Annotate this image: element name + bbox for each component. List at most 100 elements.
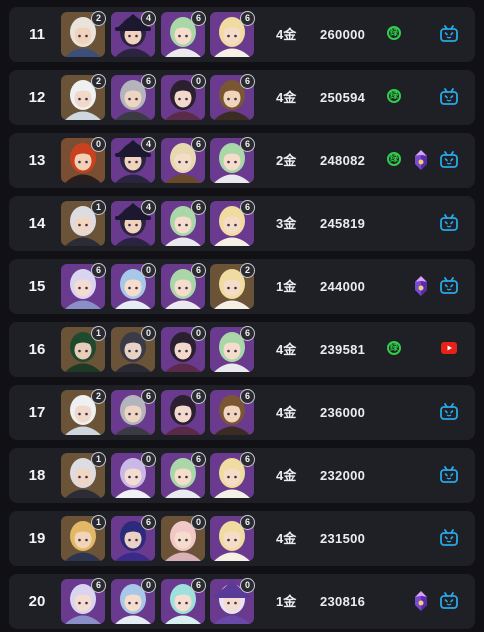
constellation-badge: 6 xyxy=(191,578,206,593)
character-portrait[interactable]: 0 xyxy=(111,326,156,372)
character-portrait[interactable]: 6 xyxy=(210,326,255,372)
character-portrait[interactable]: 4 xyxy=(111,137,156,183)
bilibili-icon[interactable] xyxy=(440,151,458,168)
character-portrait[interactable]: 6 xyxy=(210,515,255,561)
gold-unit: 金 xyxy=(283,531,297,546)
character-portrait[interactable]: 2 xyxy=(210,263,255,309)
character-portrait[interactable]: 6 xyxy=(161,137,206,183)
gold-unit: 金 xyxy=(283,405,297,420)
constellation-badge: 6 xyxy=(141,389,156,404)
character-portrait[interactable]: 6 xyxy=(111,515,156,561)
bilibili-icon[interactable] xyxy=(440,214,458,231)
gold-count: 1金 xyxy=(276,259,296,314)
bilibili-icon[interactable] xyxy=(440,466,458,483)
rank-number: 17 xyxy=(28,404,46,421)
character-portrait[interactable]: 6 xyxy=(61,263,106,309)
constellation-badge: 1 xyxy=(91,200,106,215)
character-portrait[interactable]: 6 xyxy=(210,11,255,57)
gold-unit: 金 xyxy=(283,342,297,357)
table-row[interactable]: 14 1 4 6 6 3金 245819 xyxy=(9,196,475,251)
bilibili-icon[interactable] xyxy=(440,25,458,42)
constellation-badge: 6 xyxy=(240,515,255,530)
green-tag-icon: 绿 xyxy=(387,152,401,166)
character-portrait[interactable]: 6 xyxy=(210,200,255,246)
constellation-badge: 0 xyxy=(141,578,156,593)
character-portrait[interactable]: 6 xyxy=(161,578,206,624)
character-portrait[interactable]: 2 xyxy=(61,389,106,435)
bilibili-icon[interactable] xyxy=(440,403,458,420)
table-row[interactable]: 11 2 4 6 6 4金 260000 绿 xyxy=(9,7,475,62)
youtube-icon[interactable] xyxy=(441,342,457,354)
character-portrait[interactable]: 4 xyxy=(111,200,156,246)
gem-icon xyxy=(415,591,427,611)
character-portrait[interactable]: 2 xyxy=(61,74,106,120)
character-portrait[interactable]: 6 xyxy=(161,11,206,57)
constellation-badge: 6 xyxy=(240,326,255,341)
constellation-badge: 6 xyxy=(191,389,206,404)
table-row[interactable]: 13 0 4 6 6 2金 248082 绿 xyxy=(9,133,475,188)
constellation-badge: 6 xyxy=(240,11,255,26)
character-portrait[interactable]: 6 xyxy=(161,263,206,309)
character-portrait[interactable]: 0 xyxy=(161,74,206,120)
character-portrait[interactable]: 6 xyxy=(210,74,255,120)
constellation-badge: 6 xyxy=(240,452,255,467)
rank-number: 18 xyxy=(28,467,46,484)
character-portrait[interactable]: 6 xyxy=(161,200,206,246)
character-portrait[interactable]: 6 xyxy=(210,137,255,183)
gold-unit: 金 xyxy=(283,279,297,294)
table-row[interactable]: 19 1 6 0 6 4金 231500 xyxy=(9,511,475,566)
table-row[interactable]: 16 1 0 0 6 4金 239581 绿 xyxy=(9,322,475,377)
character-portrait[interactable]: 1 xyxy=(61,452,106,498)
leaderboard: 11 2 4 6 6 4金 260000 绿 12 2 6 0 6 4金 250… xyxy=(0,0,484,632)
character-portrait[interactable]: 6 xyxy=(210,452,255,498)
character-portrait[interactable]: 6 xyxy=(61,578,106,624)
character-portrait[interactable]: 0 xyxy=(111,263,156,309)
character-portrait[interactable]: 1 xyxy=(61,200,106,246)
gold-unit: 金 xyxy=(283,216,297,231)
table-row[interactable]: 12 2 6 0 6 4金 250594 绿 xyxy=(9,70,475,125)
gold-count: 4金 xyxy=(276,448,296,503)
bilibili-icon[interactable] xyxy=(440,277,458,294)
gold-unit: 金 xyxy=(283,153,297,168)
score: 231500 xyxy=(320,531,366,546)
bilibili-icon[interactable] xyxy=(440,88,458,105)
character-portrait[interactable]: 0 xyxy=(161,515,206,561)
constellation-badge: 0 xyxy=(141,452,156,467)
character-portrait[interactable]: 6 xyxy=(161,452,206,498)
constellation-badge: 6 xyxy=(240,74,255,89)
table-row[interactable]: 18 1 0 6 6 4金 232000 xyxy=(9,448,475,503)
constellation-badge: 6 xyxy=(191,137,206,152)
constellation-badge: 6 xyxy=(141,515,156,530)
character-portrait[interactable]: 0 xyxy=(161,326,206,372)
character-portrait[interactable]: 4 xyxy=(111,11,156,57)
constellation-badge: 6 xyxy=(141,74,156,89)
bilibili-icon[interactable] xyxy=(440,529,458,546)
character-portrait[interactable]: 6 xyxy=(111,389,156,435)
green-tag-icon: 绿 xyxy=(387,26,401,40)
rank-number: 11 xyxy=(29,26,45,43)
table-row[interactable]: 15 6 0 6 2 1金 244000 xyxy=(9,259,475,314)
character-portrait[interactable]: 6 xyxy=(111,74,156,120)
table-row[interactable]: 20 6 0 6 0 1金 230816 xyxy=(9,574,475,629)
character-portrait[interactable]: 0 xyxy=(210,578,255,624)
bilibili-icon[interactable] xyxy=(440,592,458,609)
character-portrait[interactable]: 0 xyxy=(111,452,156,498)
constellation-badge: 2 xyxy=(91,74,106,89)
table-row[interactable]: 17 2 6 6 6 4金 236000 xyxy=(9,385,475,440)
character-portrait[interactable]: 6 xyxy=(161,389,206,435)
gem-icon xyxy=(415,150,427,170)
gold-unit: 金 xyxy=(283,594,297,609)
character-portrait[interactable]: 1 xyxy=(61,515,106,561)
character-portrait[interactable]: 0 xyxy=(61,137,106,183)
gold-count: 3金 xyxy=(276,196,296,251)
constellation-badge: 6 xyxy=(91,263,106,278)
character-portrait[interactable]: 6 xyxy=(210,389,255,435)
character-portrait[interactable]: 1 xyxy=(61,326,106,372)
gold-count: 4金 xyxy=(276,511,296,566)
constellation-badge: 6 xyxy=(240,389,255,404)
constellation-badge: 6 xyxy=(240,137,255,152)
rank-number: 15 xyxy=(28,278,46,295)
character-portrait[interactable]: 0 xyxy=(111,578,156,624)
rank-number: 20 xyxy=(28,593,46,610)
character-portrait[interactable]: 2 xyxy=(61,11,106,57)
